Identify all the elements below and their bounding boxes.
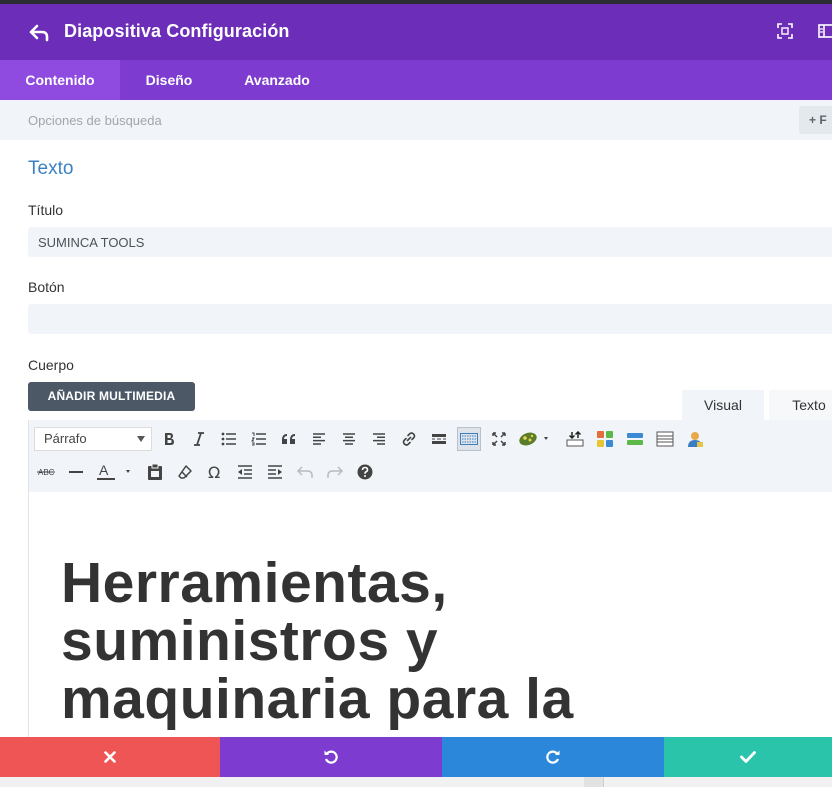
- user-content-icon[interactable]: [683, 427, 707, 451]
- distraction-free-icon[interactable]: [487, 427, 511, 451]
- cancel-button[interactable]: [0, 737, 220, 777]
- redo-icon[interactable]: [323, 460, 347, 484]
- table-icon[interactable]: [653, 427, 677, 451]
- redo-button[interactable]: [442, 737, 664, 777]
- insert-shortcode-icon[interactable]: [563, 427, 587, 451]
- italic-icon[interactable]: [187, 427, 211, 451]
- action-footer: [0, 737, 832, 777]
- format-select-value: Párrafo: [44, 431, 87, 446]
- editor-content[interactable]: Herramientas, suministros y maquinaria p…: [28, 492, 832, 737]
- format-select[interactable]: Párrafo: [34, 427, 152, 451]
- undo-icon[interactable]: [293, 460, 317, 484]
- special-character-icon[interactable]: Ω: [203, 460, 227, 484]
- bullet-list-icon[interactable]: [217, 427, 241, 451]
- settings-header: Diapositiva Configuración: [0, 4, 832, 60]
- paste-text-icon[interactable]: [143, 460, 167, 484]
- link-icon[interactable]: [397, 427, 421, 451]
- save-button[interactable]: [664, 737, 832, 777]
- horizontal-line-icon[interactable]: [64, 460, 88, 484]
- search-options-bar: Opciones de búsqueda + F: [0, 100, 832, 140]
- outdent-icon[interactable]: [233, 460, 257, 484]
- align-right-icon[interactable]: [367, 427, 391, 451]
- tab-avanzado[interactable]: Avanzado: [222, 60, 332, 100]
- tab-text[interactable]: Texto: [769, 390, 832, 421]
- toolbar-toggle-icon[interactable]: [457, 427, 481, 451]
- chevron-down-icon: [137, 436, 145, 442]
- page-below-separator: [584, 777, 604, 787]
- clear-formatting-icon[interactable]: [173, 460, 197, 484]
- undo-circle-icon: [324, 750, 338, 764]
- redo-circle-icon: [546, 750, 560, 764]
- settings-tabs: Contenido Diseño Avanzado: [0, 60, 832, 100]
- text-color-icon[interactable]: A: [94, 460, 134, 484]
- editor-toolbar: Párrafo ABC A Ω: [28, 420, 832, 492]
- fullscreen-icon[interactable]: [777, 23, 793, 39]
- blockquote-icon[interactable]: [277, 427, 301, 451]
- check-icon: [740, 751, 756, 763]
- shortcode-plugin-icon[interactable]: [517, 427, 553, 451]
- page-below: [0, 777, 832, 787]
- tab-diseno[interactable]: Diseño: [120, 60, 218, 100]
- content-heading[interactable]: Herramientas, suministros y maquinaria p…: [61, 554, 761, 728]
- section-title[interactable]: Texto: [28, 158, 73, 180]
- back-arrow-icon[interactable]: [28, 22, 50, 44]
- read-more-icon[interactable]: [427, 427, 451, 451]
- layout-grid-icon[interactable]: [593, 427, 617, 451]
- add-media-button[interactable]: AÑADIR MULTIMEDIA: [28, 382, 195, 411]
- modal-title: Diapositiva Configuración: [64, 21, 290, 41]
- svg-text:Ω: Ω: [208, 464, 220, 480]
- columns-icon[interactable]: [623, 427, 647, 451]
- title-input[interactable]: [28, 227, 832, 257]
- filter-button[interactable]: + F: [799, 106, 832, 134]
- tab-visual[interactable]: Visual: [682, 390, 764, 421]
- strikethrough-icon[interactable]: ABC: [34, 460, 58, 484]
- close-icon: [104, 751, 116, 763]
- tab-contenido[interactable]: Contenido: [0, 60, 120, 100]
- search-options-link[interactable]: Opciones de búsqueda: [28, 113, 162, 128]
- title-label: Título: [28, 202, 64, 218]
- svg-text:A: A: [99, 463, 109, 478]
- button-label: Botón: [28, 279, 65, 295]
- numbered-list-icon[interactable]: [247, 427, 271, 451]
- undo-button[interactable]: [220, 737, 442, 777]
- bold-icon[interactable]: [157, 427, 181, 451]
- body-label: Cuerpo: [28, 357, 74, 373]
- align-left-icon[interactable]: [307, 427, 331, 451]
- indent-icon[interactable]: [263, 460, 287, 484]
- button-input[interactable]: [28, 304, 832, 334]
- split-view-icon[interactable]: [818, 23, 832, 39]
- align-center-icon[interactable]: [337, 427, 361, 451]
- help-icon[interactable]: [353, 460, 377, 484]
